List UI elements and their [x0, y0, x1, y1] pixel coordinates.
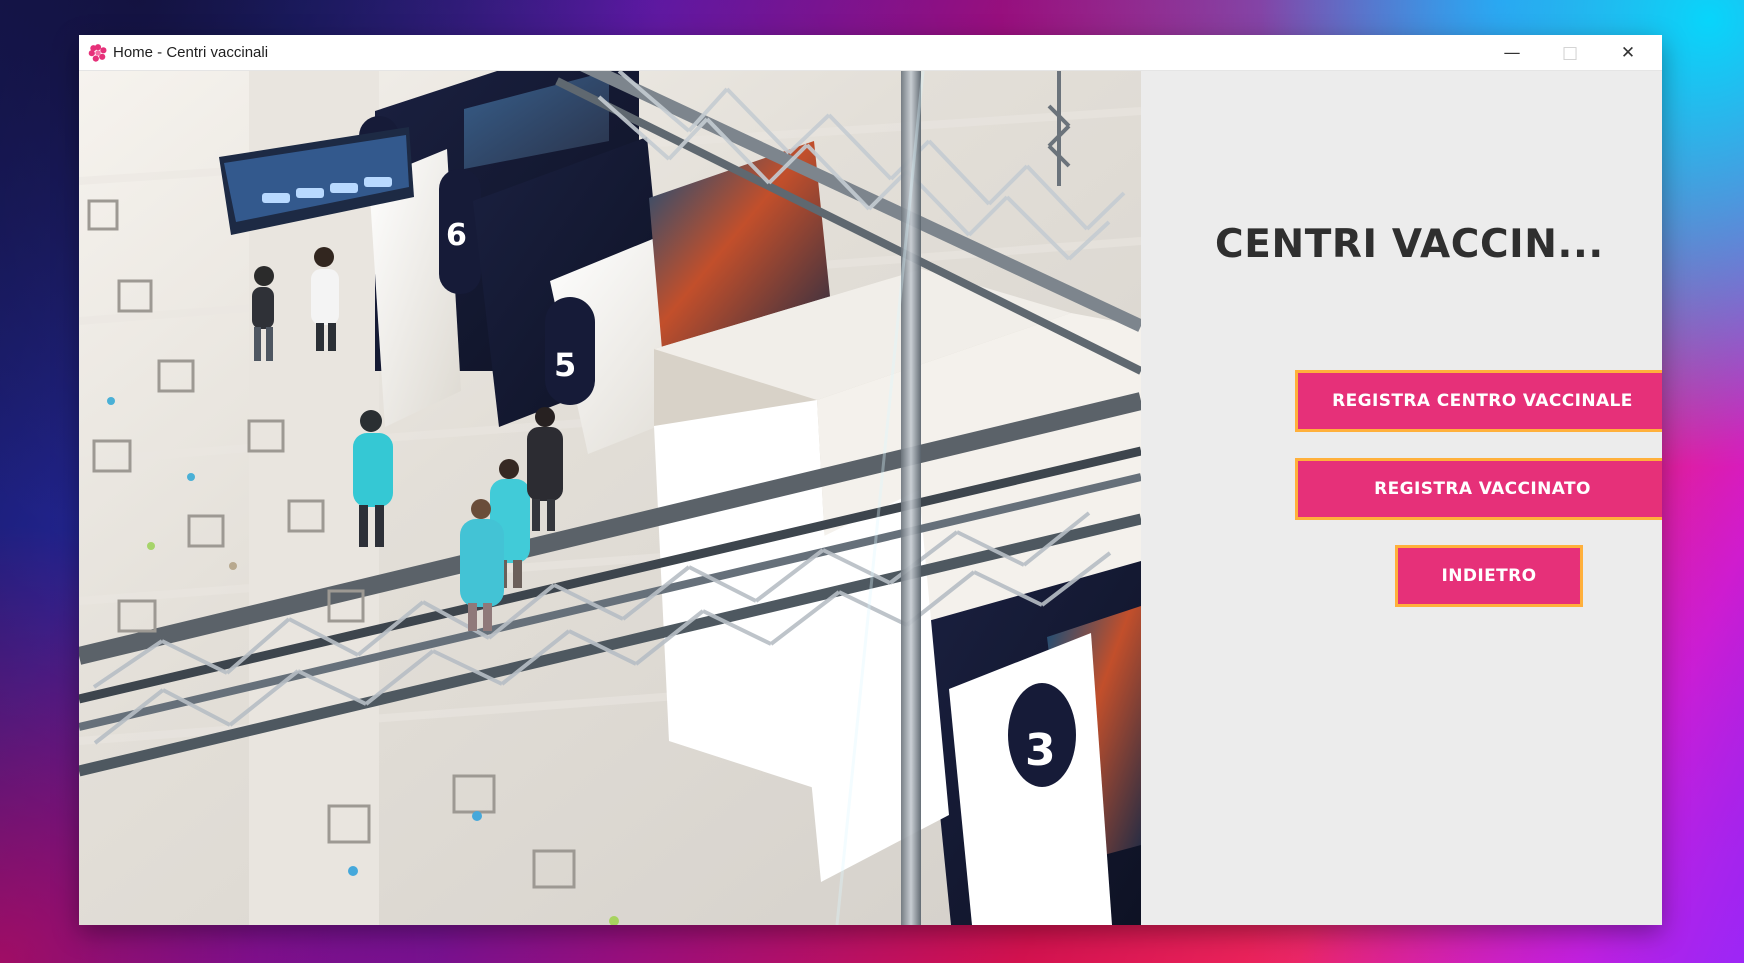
- close-button[interactable]: ✕: [1599, 35, 1657, 71]
- maximize-icon: □: [1561, 43, 1579, 63]
- page-title: CENTRI VACCIN...: [1215, 223, 1604, 267]
- register-vaccinated-button[interactable]: REGISTRA VACCINATO: [1295, 458, 1662, 520]
- booth-number-5: 5: [554, 346, 576, 384]
- booth-number-3: 3: [1025, 725, 1056, 776]
- maximize-button[interactable]: □: [1541, 35, 1599, 71]
- back-button[interactable]: INDIETRO: [1395, 545, 1583, 607]
- register-vaccination-center-button[interactable]: REGISTRA CENTRO VACCINALE: [1295, 370, 1662, 432]
- window-title: Home - Centri vaccinali: [113, 44, 269, 61]
- vaccination-center-photo: 7 6 5 3: [79, 71, 1141, 925]
- minimize-button[interactable]: —: [1483, 35, 1541, 71]
- vaccination-center-illustration: 7 6 5 3: [79, 71, 1141, 925]
- minimize-icon: —: [1503, 43, 1521, 63]
- booth-number-6: 6: [446, 218, 467, 253]
- window-content: 7 6 5 3: [79, 71, 1662, 925]
- side-panel: CENTRI VACCIN... REGISTRA CENTRO VACCINA…: [1141, 71, 1662, 925]
- app-window: Home - Centri vaccinali — □ ✕ 6 5 3 CENT…: [79, 35, 1662, 925]
- title-bar[interactable]: Home - Centri vaccinali — □ ✕: [79, 35, 1662, 71]
- close-icon: ✕: [1620, 43, 1636, 63]
- flower-icon: [88, 44, 107, 62]
